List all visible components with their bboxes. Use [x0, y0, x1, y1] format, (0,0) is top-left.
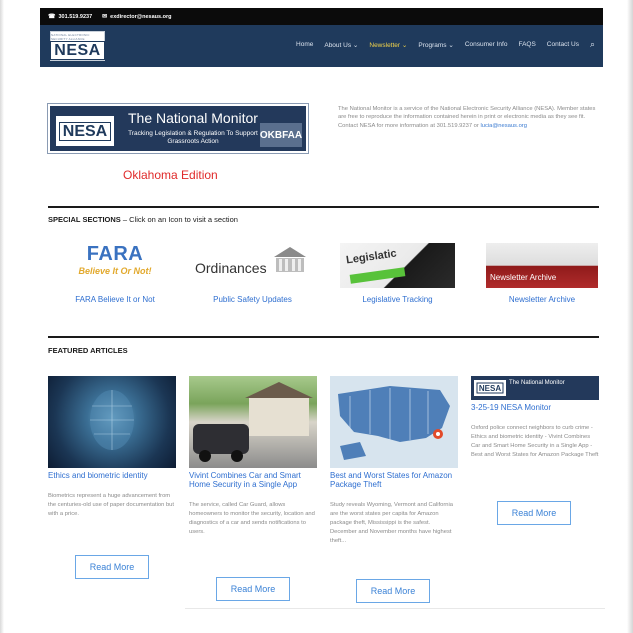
building-icon	[274, 247, 306, 272]
logo-text: NESA	[50, 40, 105, 60]
bottom-divider	[185, 608, 605, 609]
search-icon[interactable]: ⌕	[590, 39, 595, 50]
page: ☎ 301.519.9237 ✉ exdirector@nesaus.org NAT…	[0, 0, 633, 633]
site-logo[interactable]: NATIONAL ELECTRONIC SECURITY ALLIANCE NE…	[50, 31, 105, 61]
read-more-button[interactable]: Read More	[497, 501, 571, 525]
phone-text: 301.519.9237	[58, 13, 93, 20]
article-excerpt: The service, called Car Guard, allows ho…	[189, 502, 315, 535]
archive-caption[interactable]: Newsletter Archive	[486, 295, 598, 304]
archive-icon-tile[interactable]: Newsletter Archive	[486, 243, 598, 288]
ordinances-icon-tile[interactable]: Ordinances	[195, 243, 310, 288]
read-more-button[interactable]: Read More	[216, 577, 290, 601]
legislative-icon-tile[interactable]: Legislatic	[340, 243, 455, 288]
chevron-down-icon: ⌄	[401, 41, 408, 49]
archive-text: Newsletter Archive	[490, 273, 557, 282]
article-excerpt: Biometrics represent a huge advancement …	[48, 493, 175, 517]
article-card: NESA The National Monitor 3-25-19 NESA M…	[471, 376, 599, 460]
article-card: Vivint Combines Car and Smart Home Secur…	[189, 376, 317, 537]
special-heading-bold: SPECIAL SECTIONS	[48, 215, 121, 224]
nav-programs-label: Programs	[418, 41, 447, 49]
face-scan-graphic	[90, 390, 134, 450]
featured-heading: FEATURED ARTICLES	[48, 346, 128, 355]
car-home-image[interactable]	[189, 376, 317, 468]
national-monitor-banner: NESA The National Monitor Tracking Legis…	[48, 104, 308, 153]
nav-contact-us[interactable]: Contact Us	[547, 41, 579, 48]
legislative-caption[interactable]: Legislative Tracking	[340, 295, 455, 304]
nav-faqs[interactable]: FAQS	[518, 41, 535, 48]
car-house-graphic	[193, 382, 313, 462]
ordinances-text: Ordinances	[195, 260, 267, 276]
fara-icon-tile[interactable]: FARA Believe It Or Not!	[60, 243, 170, 288]
fara-logo-text: FARA	[86, 243, 144, 265]
nav-consumer-info[interactable]: Consumer Info	[465, 41, 508, 48]
left-shadow	[0, 0, 4, 633]
divider	[48, 206, 599, 208]
article-excerpt: Study reveals Wyoming, Vermont and Calif…	[330, 502, 454, 544]
nav-about-us-label: About Us	[324, 41, 352, 49]
intro-text: The National Monitor is a service of the…	[338, 105, 596, 130]
article-title[interactable]: Ethics and biometric identity	[48, 471, 176, 480]
article-card: Ethics and biometric identity Biometrics…	[48, 376, 176, 519]
special-subheading: – Click on an Icon to visit a section	[120, 215, 238, 224]
banner-title: The National Monitor	[128, 110, 258, 126]
read-more-button[interactable]: Read More	[75, 555, 149, 579]
legislative-text: Legislatic	[345, 247, 398, 267]
article-excerpt: Oxford police connect neighbors to curb …	[471, 425, 599, 458]
main-content: NESA The National Monitor Tracking Legis…	[40, 67, 605, 633]
phone-contact[interactable]: ☎ 301.519.9237	[48, 13, 93, 21]
banner-subtitle: Tracking Legislation & Regulation To Sup…	[128, 130, 258, 145]
main-nav: Home About Us ⌄ Newsletter ⌄ Programs ⌄ …	[296, 39, 595, 50]
email-text: exdirector@nesaus.org	[110, 13, 172, 20]
article-card: Best and Worst States for Amazon Package…	[330, 376, 458, 546]
nav-home[interactable]: Home	[296, 41, 313, 48]
featured-heading-text: FEATURED ARTICLES	[48, 346, 128, 355]
edition-title: Oklahoma Edition	[123, 168, 218, 182]
nav-newsletter[interactable]: Newsletter ⌄	[369, 41, 407, 49]
nav-newsletter-label: Newsletter	[369, 41, 401, 49]
read-more-button[interactable]: Read More	[356, 579, 430, 603]
fara-logo-sub: Believe It Or Not!	[78, 266, 152, 276]
special-sections-heading: SPECIAL SECTIONS – Click on an Icon to v…	[48, 215, 238, 224]
highlighter-mark	[349, 267, 406, 284]
us-map-image[interactable]	[330, 376, 458, 468]
article-title[interactable]: Vivint Combines Car and Smart Home Secur…	[189, 471, 317, 489]
thumb-title: The National Monitor	[509, 380, 565, 386]
article-title[interactable]: Best and Worst States for Amazon Package…	[330, 471, 458, 489]
chevron-down-icon: ⌄	[352, 41, 359, 49]
phone-icon: ☎	[48, 14, 56, 20]
svg-text:NESA: NESA	[479, 384, 501, 393]
email-contact[interactable]: ✉ exdirector@nesaus.org	[102, 13, 172, 21]
monitor-thumbnail[interactable]: NESA The National Monitor	[471, 376, 599, 400]
site-header: NATIONAL ELECTRONIC SECURITY ALLIANCE NE…	[40, 25, 603, 67]
right-shadow	[627, 0, 633, 633]
biometric-face-image[interactable]	[48, 376, 176, 468]
divider	[48, 336, 599, 338]
envelope-icon: ✉	[102, 14, 108, 20]
banner-logo: NESA	[56, 116, 114, 146]
chevron-down-icon: ⌄	[448, 41, 454, 49]
fara-caption[interactable]: FARA Believe It or Not	[60, 295, 170, 304]
nav-about-us[interactable]: About Us ⌄	[324, 41, 358, 49]
state-badge: OKBFAA	[260, 123, 302, 147]
intro-email-link[interactable]: lucia@nesaus.org	[480, 123, 527, 129]
public-safety-caption[interactable]: Public Safety Updates	[195, 295, 310, 304]
contact-bar: ☎ 301.519.9237 ✉ exdirector@nesaus.org	[40, 8, 603, 25]
logo-tagline: NATIONAL ELECTRONIC SECURITY ALLIANCE	[51, 32, 90, 41]
article-title[interactable]: 3-25-19 NESA Monitor	[471, 403, 599, 412]
banner-logo-text: NESA	[58, 121, 112, 141]
intro-body: The National Monitor is a service of the…	[338, 106, 596, 129]
us-map-graphic	[338, 386, 450, 460]
nav-programs[interactable]: Programs ⌄	[418, 41, 453, 49]
